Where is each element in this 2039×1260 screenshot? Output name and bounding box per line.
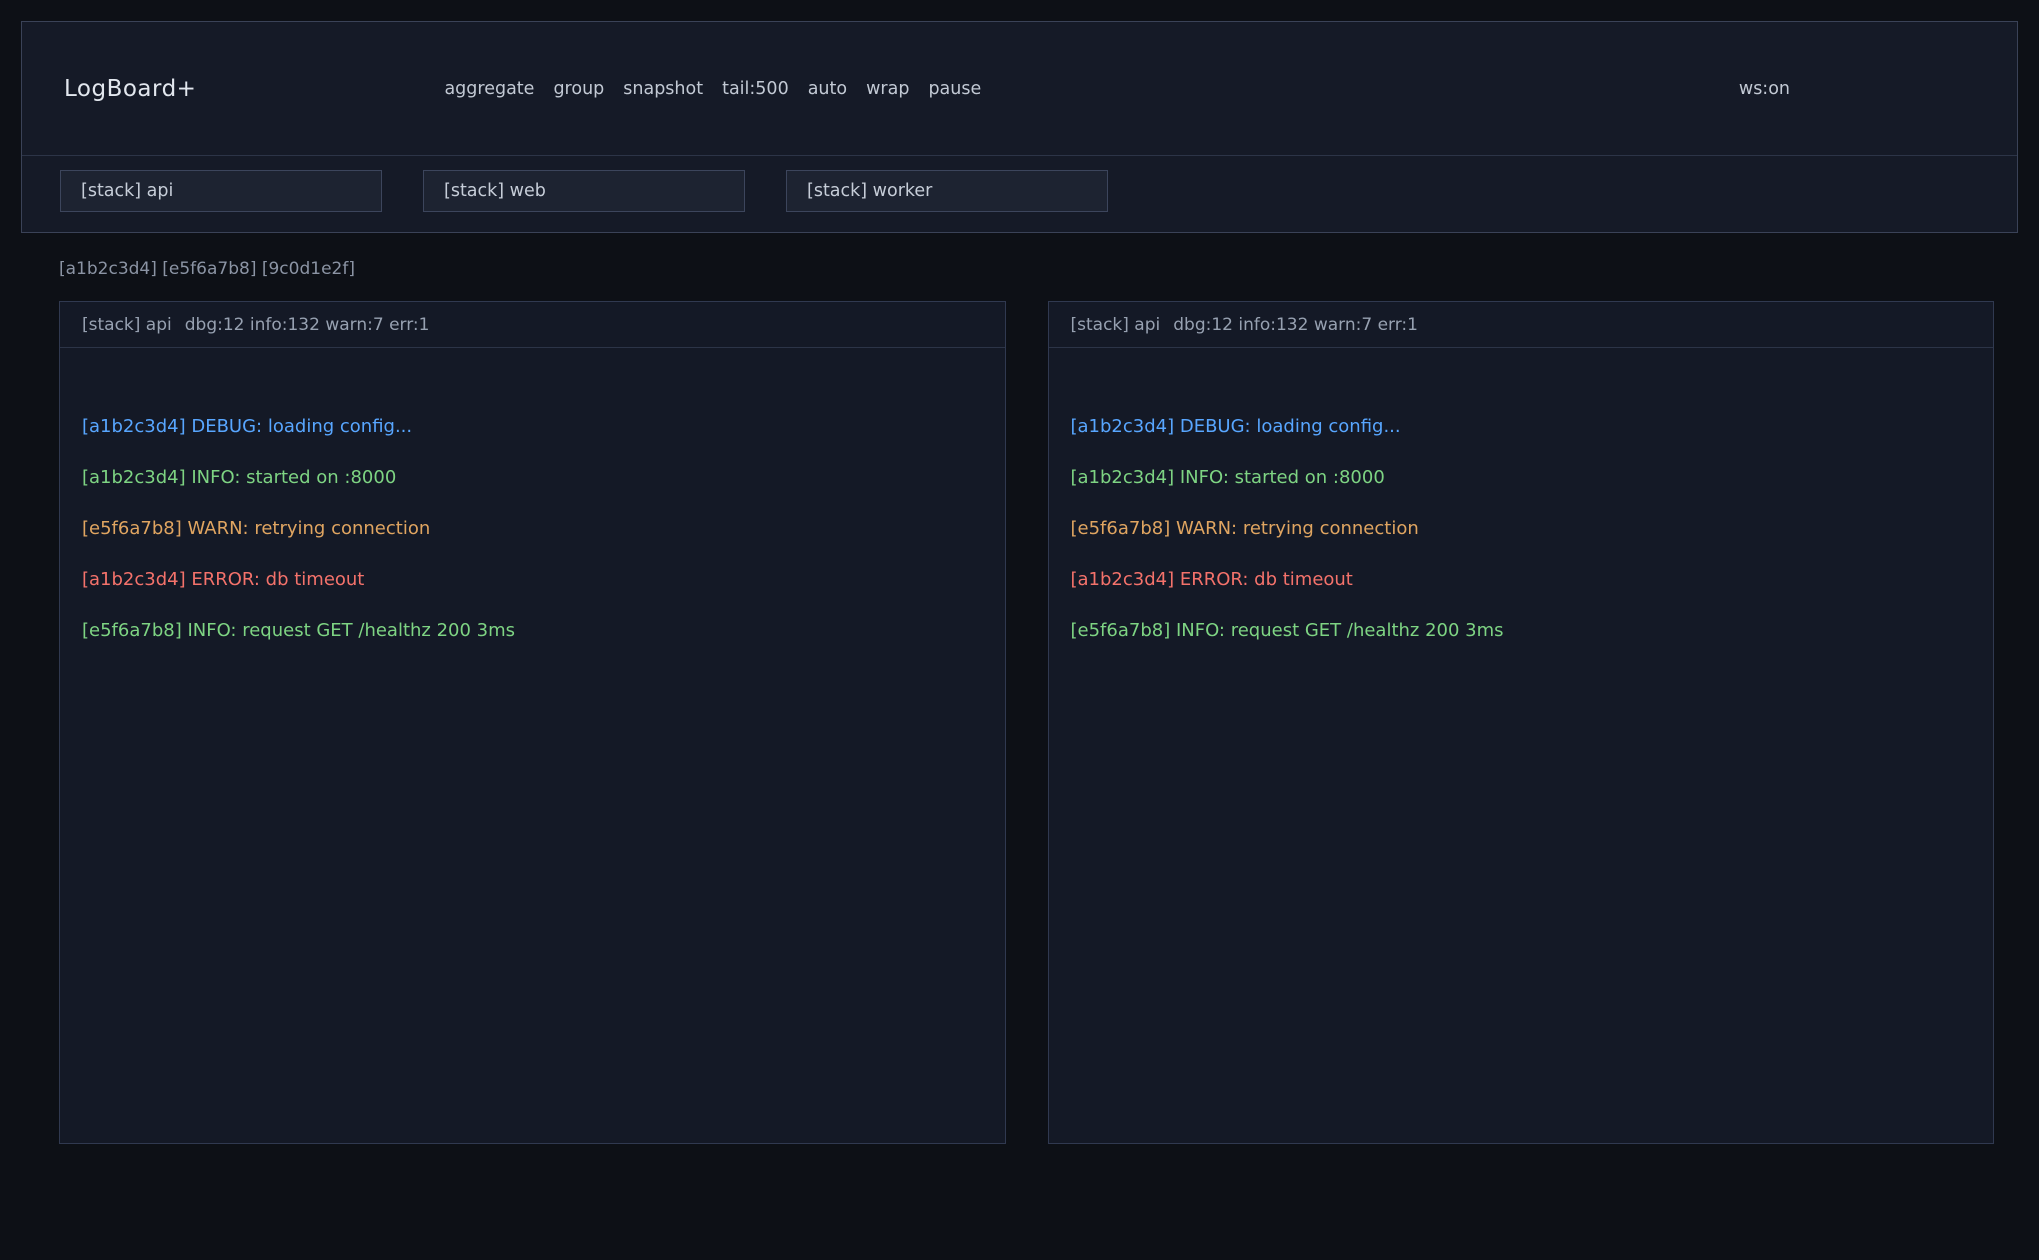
menu-item-snapshot[interactable]: snapshot	[623, 79, 703, 99]
log-line: [a1b2c3d4] INFO: started on :8000	[1071, 467, 1972, 488]
menu-item-wrap[interactable]: wrap	[866, 79, 909, 99]
panel-header: [stack] api dbg:12 info:132 warn:7 err:1	[60, 302, 1005, 348]
app-title: LogBoard+	[64, 76, 196, 102]
log-list[interactable]: [a1b2c3d4] DEBUG: loading config... [a1b…	[60, 348, 1005, 641]
log-line: [e5f6a7b8] INFO: request GET /healthz 20…	[82, 620, 983, 641]
stack-filter-row: [stack] api [stack] web [stack] worker	[22, 155, 2017, 232]
menu-item-pause[interactable]: pause	[928, 79, 981, 99]
menu-item-tail[interactable]: tail:500	[722, 79, 789, 99]
log-list[interactable]: [a1b2c3d4] DEBUG: loading config... [a1b…	[1049, 348, 1994, 641]
toolbar-menu: aggregate group snapshot tail:500 auto w…	[444, 79, 981, 99]
stack-tab-web[interactable]: [stack] web	[423, 170, 745, 212]
log-line: [e5f6a7b8] WARN: retrying connection	[82, 518, 983, 539]
log-panels: [stack] api dbg:12 info:132 warn:7 err:1…	[59, 301, 1994, 1144]
trace-id-list: [a1b2c3d4] [e5f6a7b8] [9c0d1e2f]	[59, 259, 2039, 279]
menu-item-auto[interactable]: auto	[808, 79, 847, 99]
log-panel-right: [stack] api dbg:12 info:132 warn:7 err:1…	[1048, 301, 1995, 1144]
menu-item-aggregate[interactable]: aggregate	[444, 79, 534, 99]
panel-title: [stack] api	[82, 315, 172, 335]
stack-tab-api[interactable]: [stack] api	[60, 170, 382, 212]
panel-stats: dbg:12 info:132 warn:7 err:1	[1173, 315, 1418, 335]
toolbar: LogBoard+ aggregate group snapshot tail:…	[22, 22, 2017, 155]
menu-item-group[interactable]: group	[553, 79, 604, 99]
log-panel-left: [stack] api dbg:12 info:132 warn:7 err:1…	[59, 301, 1006, 1144]
logboard-app: LogBoard+ aggregate group snapshot tail:…	[0, 21, 2039, 1144]
ws-status: ws:on	[1739, 79, 1790, 99]
panel-stats: dbg:12 info:132 warn:7 err:1	[185, 315, 430, 335]
log-line: [a1b2c3d4] ERROR: db timeout	[1071, 569, 1972, 590]
header: LogBoard+ aggregate group snapshot tail:…	[21, 21, 2018, 233]
panel-title: [stack] api	[1071, 315, 1161, 335]
panel-header: [stack] api dbg:12 info:132 warn:7 err:1	[1049, 302, 1994, 348]
log-line: [e5f6a7b8] WARN: retrying connection	[1071, 518, 1972, 539]
log-line: [a1b2c3d4] INFO: started on :8000	[82, 467, 983, 488]
log-line: [a1b2c3d4] ERROR: db timeout	[82, 569, 983, 590]
stack-tab-worker[interactable]: [stack] worker	[786, 170, 1108, 212]
log-line: [a1b2c3d4] DEBUG: loading config...	[82, 416, 983, 437]
log-line: [e5f6a7b8] INFO: request GET /healthz 20…	[1071, 620, 1972, 641]
log-line: [a1b2c3d4] DEBUG: loading config...	[1071, 416, 1972, 437]
